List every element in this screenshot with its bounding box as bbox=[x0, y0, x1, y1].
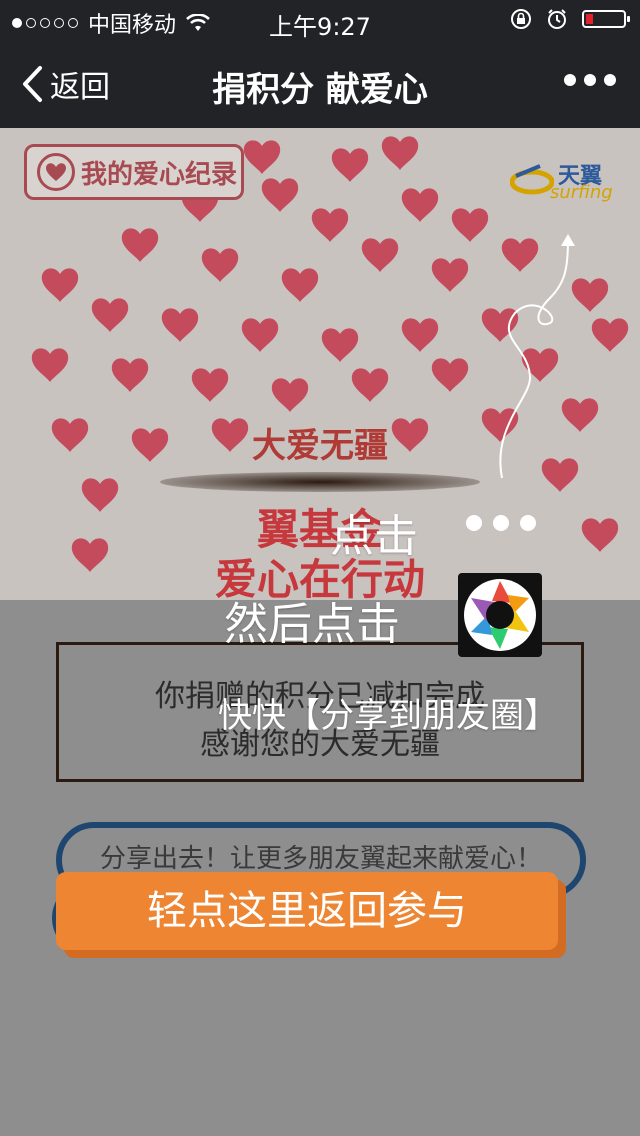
guide-step3: 快快【分享到朋友圈】 bbox=[218, 696, 558, 736]
moments-icon bbox=[458, 573, 542, 657]
rotation-lock-icon bbox=[511, 9, 531, 29]
battery-icon bbox=[582, 10, 630, 28]
nav-bar: 返回 捐积分 献爱心 bbox=[0, 40, 640, 128]
guide-step2: 然后点击 bbox=[224, 599, 400, 650]
return-participate-button[interactable]: 轻点这里返回参与 bbox=[56, 872, 558, 950]
more-dots-icon bbox=[466, 515, 536, 531]
guide-step1: 点击 bbox=[330, 511, 418, 562]
logo-text-en: surfing bbox=[550, 182, 613, 203]
guide-arrow-icon bbox=[499, 234, 575, 479]
more-button[interactable] bbox=[564, 74, 616, 86]
page-title: 捐积分 献爱心 bbox=[212, 70, 428, 110]
my-love-record-button[interactable]: 我的爱心纪录 bbox=[24, 144, 244, 200]
brand-logo: 天翼 surfing bbox=[510, 158, 613, 218]
status-bar: 中国移动 上午9:27 bbox=[0, 0, 640, 41]
heart-icon bbox=[37, 153, 75, 191]
tianyi-logo-icon bbox=[510, 164, 554, 195]
banner-shadow bbox=[160, 472, 480, 492]
alarm-icon bbox=[548, 9, 566, 29]
badge-label: 我的爱心纪录 bbox=[81, 159, 238, 190]
